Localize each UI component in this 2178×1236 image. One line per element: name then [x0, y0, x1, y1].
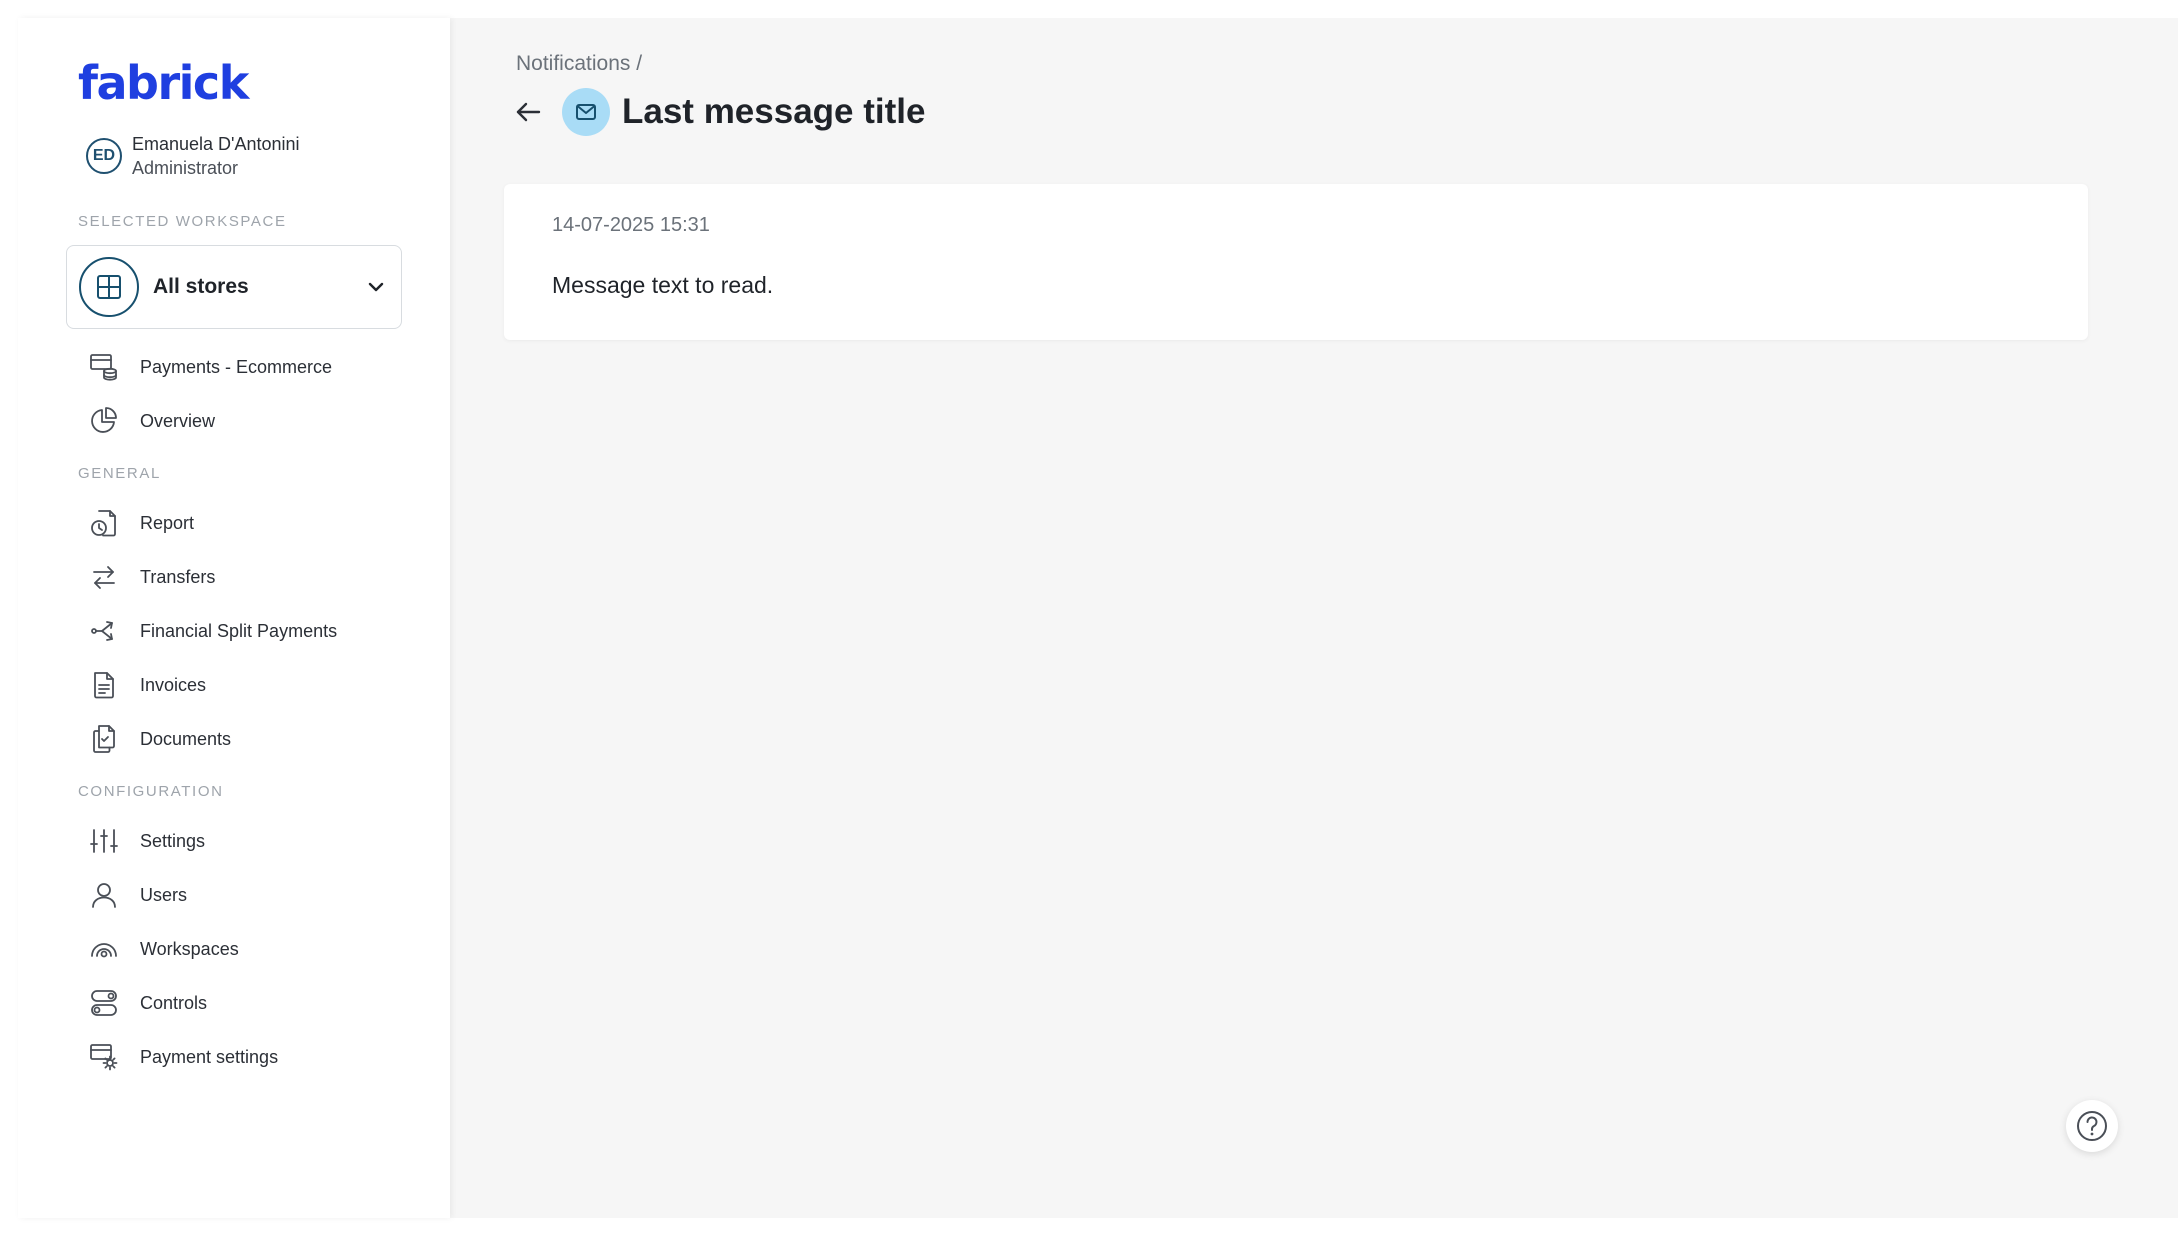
nav-item-documents[interactable]: Documents — [88, 719, 231, 759]
nav-item-invoices[interactable]: Invoices — [88, 665, 206, 705]
payments-icon — [88, 351, 120, 383]
back-button[interactable] — [504, 88, 552, 136]
sidebar: fabrick ED Emanuela D'Antonini Administr… — [18, 18, 450, 1218]
nav-label: Workspaces — [140, 938, 239, 959]
user-profile[interactable]: ED Emanuela D'Antonini Administrator — [86, 132, 300, 180]
sliders-icon — [88, 825, 120, 857]
nav-item-payments-ecommerce[interactable]: Payments - Ecommerce — [88, 347, 332, 387]
nav-label: Payment settings — [140, 1046, 279, 1067]
section-label-configuration: Configuration — [78, 783, 224, 800]
nav-item-transfers[interactable]: Transfers — [88, 557, 215, 597]
help-button[interactable] — [2066, 1100, 2118, 1152]
controls-icon — [88, 987, 120, 1019]
stores-grid-icon — [79, 257, 139, 317]
title-row: Last message title — [504, 88, 925, 136]
workspace-selector[interactable]: All stores — [66, 245, 402, 329]
nav-label: Documents — [140, 728, 232, 749]
nav-label: Payments - Ecommerce — [140, 356, 333, 377]
message-card: 14-07-2025 15:31 Message text to read. — [504, 184, 2088, 340]
nav-item-payment-settings[interactable]: Payment settings — [88, 1037, 278, 1077]
documents-icon — [88, 723, 120, 755]
section-label-general: General — [78, 465, 161, 482]
nav-item-settings[interactable]: Settings — [88, 821, 205, 861]
nav-item-users[interactable]: Users — [88, 875, 187, 915]
nav-label: Transfers — [140, 566, 216, 587]
nav-item-workspaces[interactable]: Workspaces — [88, 929, 239, 969]
workspace-label: All stores — [153, 275, 249, 298]
user-name: Emanuela D'Antonini — [132, 134, 300, 154]
nav-item-report[interactable]: Report — [88, 503, 194, 543]
user-icon — [88, 879, 120, 911]
mail-icon — [562, 88, 610, 136]
chevron-down-icon — [363, 274, 389, 300]
nav-item-controls[interactable]: Controls — [88, 983, 207, 1023]
nav-label: Report — [140, 512, 195, 533]
invoice-icon — [88, 669, 120, 701]
pie-chart-icon — [88, 405, 120, 437]
nav-label: Users — [140, 884, 188, 905]
workspaces-icon — [88, 933, 120, 965]
avatar: ED — [86, 138, 122, 174]
fabrick-logo[interactable]: fabrick — [78, 60, 249, 106]
page-title: Last message title — [622, 92, 926, 131]
nav-label: Overview — [140, 410, 216, 431]
section-label-workspace: Selected workspace — [78, 213, 287, 230]
nav-label: Financial Split Payments — [140, 620, 338, 641]
nav-label: Controls — [140, 992, 208, 1013]
breadcrumb[interactable]: Notifications / — [516, 52, 642, 76]
split-icon — [88, 615, 120, 647]
message-date: 14-07-2025 15:31 — [552, 214, 710, 236]
message-text: Message text to read. — [552, 272, 774, 298]
nav-label: Invoices — [140, 674, 207, 695]
help-icon — [2077, 1111, 2107, 1141]
nav-label: Settings — [140, 830, 206, 851]
nav-item-overview[interactable]: Overview — [88, 401, 215, 441]
payment-settings-icon — [88, 1041, 120, 1073]
report-icon — [88, 507, 120, 539]
nav-item-financial-split-payments[interactable]: Financial Split Payments — [88, 611, 337, 651]
arrow-left-icon — [516, 102, 541, 122]
transfers-icon — [88, 561, 120, 593]
user-role: Administrator — [132, 158, 239, 178]
